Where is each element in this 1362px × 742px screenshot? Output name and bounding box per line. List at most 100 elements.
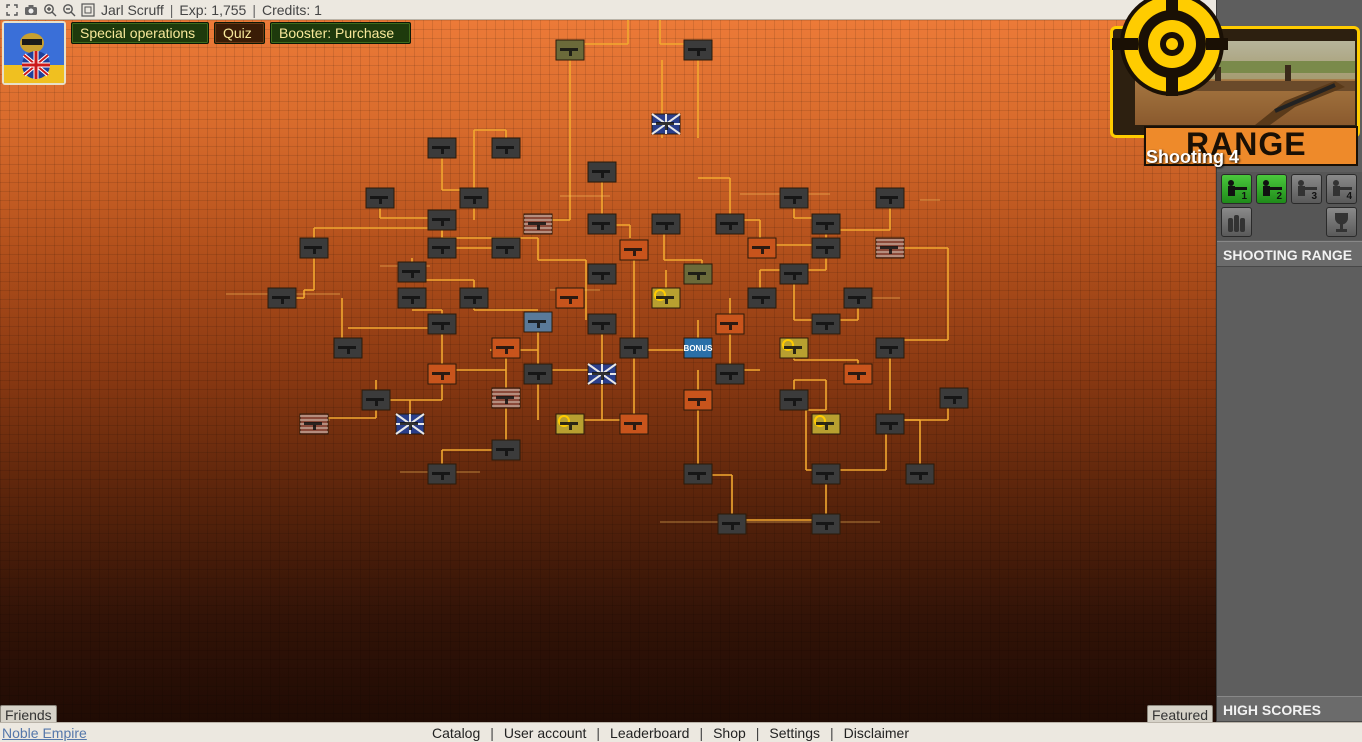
shooter-3-icon[interactable]: 3 <box>1291 174 1322 204</box>
tech-tree-field[interactable]: BONUS <box>0 20 1216 722</box>
tech-node-dark[interactable] <box>779 263 809 285</box>
quiz-button[interactable]: Quiz <box>214 22 265 44</box>
tech-node-dark[interactable] <box>747 287 777 309</box>
tech-node-dark[interactable] <box>459 287 489 309</box>
shooter-4-icon[interactable]: 4 <box>1326 174 1357 204</box>
tech-node-dark[interactable] <box>333 337 363 359</box>
disclaimer-link[interactable]: Disclaimer <box>844 725 909 741</box>
tech-node-dark[interactable] <box>875 413 905 435</box>
tech-node-dark[interactable] <box>427 137 457 159</box>
tech-node-dark[interactable] <box>715 363 745 385</box>
tech-node-orange[interactable] <box>491 337 521 359</box>
tech-node-dark[interactable] <box>587 161 617 183</box>
tech-node-dark[interactable] <box>365 187 395 209</box>
shooting-range-card[interactable]: RANGE Shooting 4 <box>1110 0 1360 168</box>
tech-node-bonus[interactable]: BONUS <box>683 337 714 359</box>
booster-purchase-button[interactable]: Booster: Purchase <box>270 22 411 44</box>
tech-node-dark[interactable] <box>491 237 521 259</box>
tech-node-target[interactable] <box>651 287 681 309</box>
zoom-in-icon[interactable] <box>43 3 57 17</box>
tech-node-dark[interactable] <box>427 237 457 259</box>
tech-node-dark[interactable] <box>811 463 841 485</box>
tech-node-target[interactable] <box>779 337 809 359</box>
tech-node-dark[interactable] <box>587 313 617 335</box>
tech-node-orange[interactable] <box>843 363 873 385</box>
featured-tab[interactable]: Featured <box>1147 705 1214 723</box>
camera-icon[interactable] <box>24 3 38 17</box>
special-operations-button[interactable]: Special operations <box>71 22 209 44</box>
tech-node-dark[interactable] <box>587 263 617 285</box>
tech-node-orange[interactable] <box>683 389 713 411</box>
tech-node-dark[interactable] <box>811 513 841 535</box>
tech-node-target[interactable] <box>555 413 585 435</box>
tech-node-dark[interactable] <box>875 187 905 209</box>
tech-node-dark[interactable] <box>811 237 841 259</box>
tech-node-blue[interactable] <box>523 311 553 333</box>
high-scores-heading: HIGH SCORES <box>1217 696 1362 722</box>
tech-node-us[interactable] <box>523 213 553 235</box>
tech-node-dark[interactable] <box>619 337 649 359</box>
tech-node-us[interactable] <box>875 237 905 259</box>
leaderboard-link[interactable]: Leaderboard <box>610 725 689 741</box>
separator: | <box>830 725 834 741</box>
noble-empire-link[interactable]: Noble Empire <box>2 725 87 741</box>
separator: | <box>490 725 494 741</box>
tech-node-dark[interactable] <box>683 39 713 61</box>
tech-node-target[interactable] <box>811 413 841 435</box>
tech-node-dark[interactable] <box>299 237 329 259</box>
footer-bar: Noble Empire Catalog | User account | Le… <box>0 722 1362 742</box>
tech-node-dark[interactable] <box>779 389 809 411</box>
tech-node-orange[interactable] <box>555 287 585 309</box>
tech-node-dark[interactable] <box>491 439 521 461</box>
tech-node-uk[interactable] <box>395 413 425 435</box>
tech-node-orange[interactable] <box>427 363 457 385</box>
tech-node-dark[interactable] <box>843 287 873 309</box>
tech-node-orange[interactable] <box>747 237 777 259</box>
tech-node-olive[interactable] <box>683 263 713 285</box>
tech-node-dark[interactable] <box>811 213 841 235</box>
tech-node-dark[interactable] <box>811 313 841 335</box>
tech-node-dark[interactable] <box>651 213 681 235</box>
tech-node-dark[interactable] <box>905 463 935 485</box>
fit-view-icon[interactable] <box>81 2 95 17</box>
tech-node-dark[interactable] <box>397 287 427 309</box>
bullets-icon[interactable] <box>1221 207 1252 237</box>
tech-node-dark[interactable] <box>361 389 391 411</box>
tech-node-uk[interactable] <box>587 363 617 385</box>
user-account-link[interactable]: User account <box>504 725 586 741</box>
tech-node-olive[interactable] <box>555 39 585 61</box>
tech-node-dark[interactable] <box>491 137 521 159</box>
settings-link[interactable]: Settings <box>769 725 820 741</box>
tech-node-dark[interactable] <box>397 261 427 283</box>
tech-node-us[interactable] <box>491 387 521 409</box>
friends-tab[interactable]: Friends <box>0 705 57 723</box>
player-avatar[interactable] <box>2 21 66 85</box>
credits-count: Credits: 1 <box>261 1 322 18</box>
tech-node-dark[interactable] <box>683 463 713 485</box>
tech-node-orange[interactable] <box>619 239 649 261</box>
tech-node-dark[interactable] <box>459 187 489 209</box>
shop-link[interactable]: Shop <box>713 725 746 741</box>
shooter-1-icon[interactable]: 1 <box>1221 174 1252 204</box>
tech-node-dark[interactable] <box>875 337 905 359</box>
tech-node-dark[interactable] <box>427 463 457 485</box>
tech-node-orange[interactable] <box>619 413 649 435</box>
tech-node-dark[interactable] <box>523 363 553 385</box>
catalog-link[interactable]: Catalog <box>432 725 480 741</box>
tech-node-dark[interactable] <box>715 213 745 235</box>
tech-node-dark[interactable] <box>939 387 969 409</box>
tech-node-dark[interactable] <box>779 187 809 209</box>
trophy-icon[interactable] <box>1326 207 1357 237</box>
tech-node-us[interactable] <box>299 413 329 435</box>
tech-node-dark[interactable] <box>587 213 617 235</box>
tech-node-dark[interactable] <box>427 313 457 335</box>
zoom-out-icon[interactable] <box>62 3 76 17</box>
tech-node-dark[interactable] <box>427 209 457 231</box>
fullscreen-icon[interactable] <box>5 3 19 17</box>
crosshair-target-icon <box>1112 0 1228 96</box>
shooter-2-icon[interactable]: 2 <box>1256 174 1287 204</box>
tech-node-dark[interactable] <box>717 513 747 535</box>
tech-node-uk[interactable] <box>651 113 681 135</box>
tech-node-orange[interactable] <box>715 313 745 335</box>
tech-node-dark[interactable] <box>267 287 297 309</box>
